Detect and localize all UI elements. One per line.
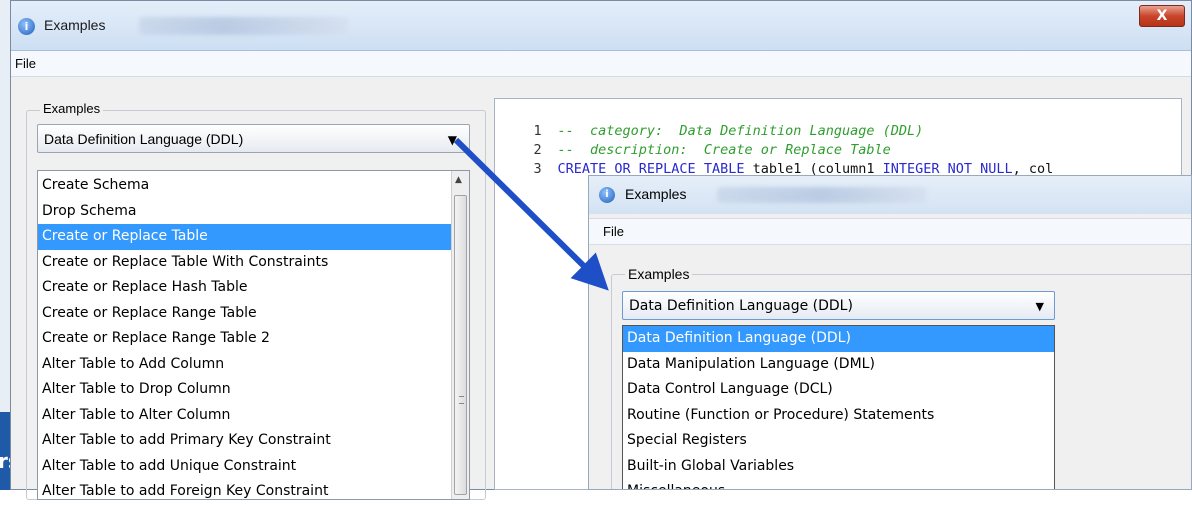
pointer-arrow-overlay xyxy=(453,137,609,291)
pointer-arrow-icon xyxy=(453,137,609,291)
